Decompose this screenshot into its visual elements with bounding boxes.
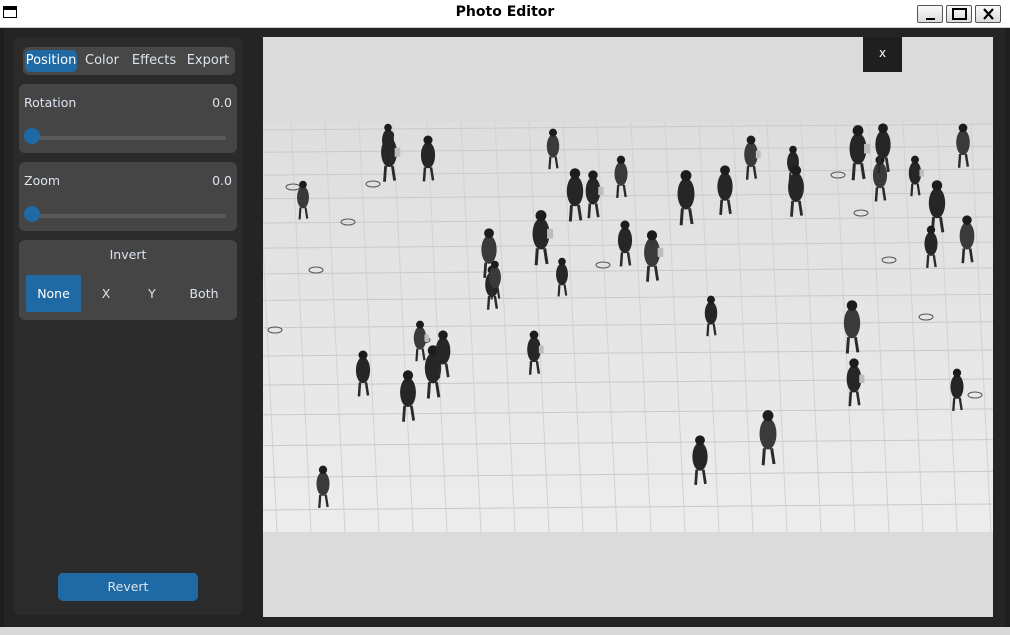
revert-button[interactable]: Revert xyxy=(58,573,198,601)
invert-option-none[interactable]: None xyxy=(26,275,81,312)
sidebar-panel: Position Color Effects Export Rotation 0… xyxy=(14,37,242,615)
close-icon xyxy=(983,8,994,20)
maximize-icon xyxy=(952,8,967,20)
close-image-button[interactable]: x xyxy=(863,37,902,72)
zoom-card: Zoom 0.0 xyxy=(19,162,237,231)
rotation-label: Rotation xyxy=(24,95,77,110)
minimize-icon xyxy=(926,18,935,20)
invert-option-x[interactable]: X xyxy=(83,275,129,312)
app-window: Position Color Effects Export Rotation 0… xyxy=(4,28,1006,627)
minimize-button[interactable] xyxy=(917,5,943,23)
zoom-value: 0.0 xyxy=(212,173,232,188)
tab-bar: Position Color Effects Export xyxy=(23,47,235,75)
tab-position[interactable]: Position xyxy=(25,50,77,72)
rotation-value: 0.0 xyxy=(212,95,232,110)
window-bottom-edge xyxy=(0,627,1010,635)
invert-card: Invert None X Y Both xyxy=(19,240,237,320)
tab-color[interactable]: Color xyxy=(79,50,125,72)
tab-export[interactable]: Export xyxy=(183,50,233,72)
rotation-slider-handle[interactable] xyxy=(24,128,40,144)
zoom-slider-track[interactable] xyxy=(28,214,226,218)
zoom-slider-handle[interactable] xyxy=(24,206,40,222)
rotation-slider-track[interactable] xyxy=(28,136,226,140)
invert-label: Invert xyxy=(109,247,147,262)
invert-option-both[interactable]: Both xyxy=(175,275,233,312)
zoom-label: Zoom xyxy=(24,173,61,188)
invert-option-y[interactable]: Y xyxy=(129,275,175,312)
photo xyxy=(263,122,993,532)
photo-image xyxy=(263,122,993,532)
title-bar: Photo Editor xyxy=(0,0,1010,28)
close-button[interactable] xyxy=(975,5,1001,23)
window-title: Photo Editor xyxy=(455,4,555,20)
tab-effects[interactable]: Effects xyxy=(127,50,181,72)
maximize-button[interactable] xyxy=(946,5,972,23)
image-canvas[interactable]: x xyxy=(263,37,993,617)
rotation-card: Rotation 0.0 xyxy=(19,84,237,153)
